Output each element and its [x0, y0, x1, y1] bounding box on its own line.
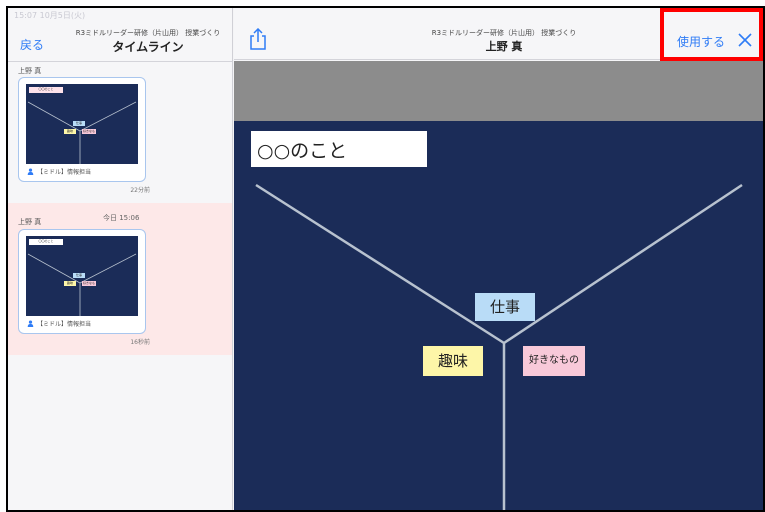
- detail-subtitle: R3ミドルリーダー研修（片山用） 授業づくり: [431, 29, 577, 37]
- highlight-box: [660, 8, 763, 61]
- board-card[interactable]: 〇〇のこと 仕事 趣味 好きなもの 【ミドル】情報担当: [18, 229, 146, 334]
- timeline-entry: 上野 真 〇〇のこと 仕事 趣味 好きなもの: [8, 203, 232, 355]
- board-thumbnail: 〇〇のこと 仕事 趣味 好きなもの: [26, 236, 138, 316]
- entry-author: 上野 真: [18, 218, 42, 226]
- board-detail-pane: R3ミドルリーダー研修（片山用） 授業づくり 上野 真 使用する ○○のこと 仕…: [234, 8, 763, 510]
- thumb-note-hobby: 趣味: [64, 281, 76, 286]
- card-owner: 【ミドル】情報担当: [27, 167, 91, 176]
- board-thumbnail: 〇〇のこと 仕事 趣味 好きなもの: [26, 84, 138, 164]
- thumb-title-card: 〇〇のこと: [29, 87, 63, 93]
- timeline-pane: 15:07 10月5日(火) 戻る R3ミドルリーダー研修（片山用） 授業づくり…: [8, 8, 233, 510]
- card-owner-label: 【ミドル】情報担当: [37, 321, 92, 328]
- back-button[interactable]: 戻る: [20, 36, 44, 53]
- thumb-note-work: 仕事: [73, 121, 85, 126]
- thumb-note-work: 仕事: [73, 273, 85, 278]
- share-icon[interactable]: [249, 28, 267, 50]
- canvas-title-card[interactable]: ○○のこと: [251, 131, 427, 167]
- thumb-note-hobby: 趣味: [64, 129, 76, 134]
- status-bar: 15:07 10月5日(火): [14, 11, 86, 20]
- detail-title: 上野 真: [485, 40, 523, 53]
- timeline-header: 戻る R3ミドルリーダー研修（片山用） 授業づくり タイムライン: [8, 22, 232, 62]
- detail-header: R3ミドルリーダー研修（片山用） 授業づくり 上野 真 使用する: [234, 8, 763, 61]
- entry-timestamp: 22分前: [130, 187, 150, 194]
- card-owner-label: 【ミドル】情報担当: [37, 169, 92, 176]
- person-icon: [27, 168, 34, 175]
- note-hobby[interactable]: 趣味: [423, 346, 483, 376]
- thumb-note-like: 好きなもの: [82, 129, 96, 138]
- timeline-title: タイムライン: [112, 40, 184, 54]
- note-work[interactable]: 仕事: [475, 293, 535, 321]
- timeline-entry: 上野 真 〇〇のこと 仕事 趣味 好きなもの: [8, 63, 232, 203]
- app-window: 15:07 10月5日(火) 戻る R3ミドルリーダー研修（片山用） 授業づくり…: [6, 6, 765, 512]
- thumb-note-like: 好きなもの: [82, 281, 96, 290]
- card-owner: 【ミドル】情報担当: [27, 319, 91, 328]
- thumb-title-card: 〇〇のこと: [29, 239, 63, 245]
- board-canvas[interactable]: ○○のこと 仕事 趣味 好きなもの: [234, 121, 763, 510]
- board-card[interactable]: 〇〇のこと 仕事 趣味 好きなもの 【ミドル】情報担当: [18, 77, 146, 182]
- timeline-list[interactable]: 上野 真 〇〇のこと 仕事 趣味 好きなもの 【ミドル】情報担当 22分前 今日…: [8, 63, 232, 355]
- canvas-top-band: [234, 61, 763, 121]
- entry-timestamp: 16秒前: [130, 339, 150, 346]
- note-like[interactable]: 好きなもの: [523, 346, 585, 376]
- course-subtitle: R3ミドルリーダー研修（片山用） 授業づくり: [75, 29, 221, 37]
- entry-author: 上野 真: [18, 67, 42, 75]
- person-icon: [27, 320, 34, 327]
- date-separator: 今日 15:06: [103, 214, 140, 222]
